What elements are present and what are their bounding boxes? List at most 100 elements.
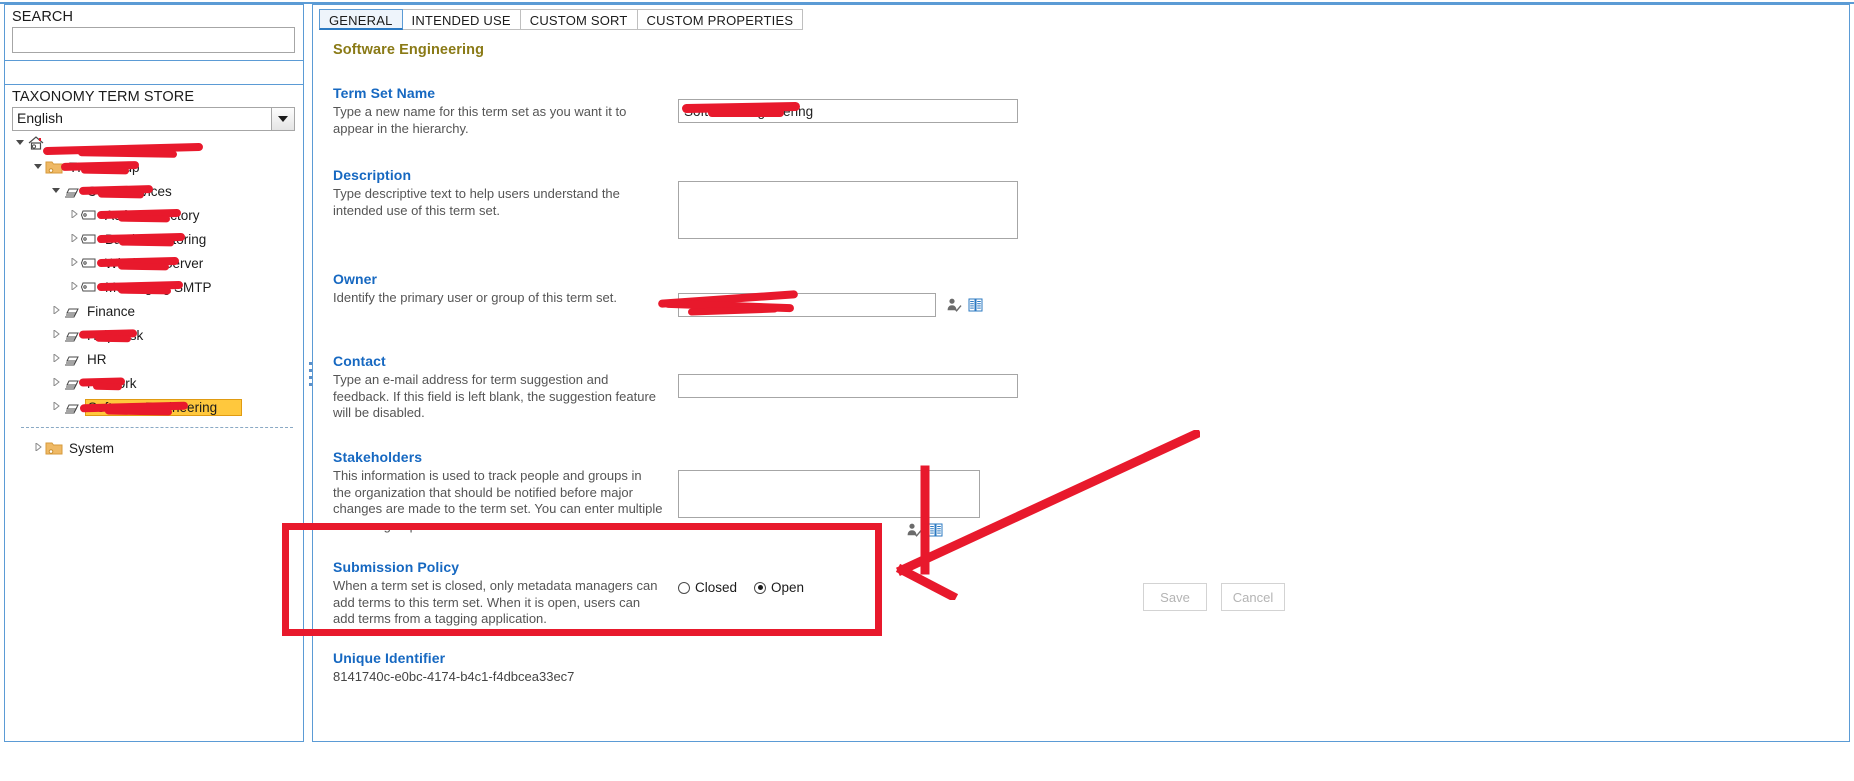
termset-icon — [63, 327, 81, 343]
field-description: Description Type descriptive text to hel… — [333, 167, 1833, 239]
expand-collapse-right-icon[interactable] — [67, 232, 81, 244]
tree-item-label — [42, 142, 204, 158]
expand-collapse-right-icon[interactable] — [49, 328, 63, 340]
tree-item-label: TRM Group — [60, 159, 142, 176]
redaction-mark — [79, 401, 189, 412]
termset-icon — [63, 399, 81, 415]
term-icon — [81, 232, 99, 246]
field-description-contact: Type an e-mail address for term suggesti… — [333, 372, 657, 420]
tree-item-trm-group[interactable]: TRM Group — [5, 155, 303, 179]
tab-intended-use[interactable]: INTENDED USE — [402, 9, 521, 30]
radio-open[interactable] — [754, 581, 767, 594]
redaction-mark — [98, 190, 145, 198]
field-label-contact: Contact — [333, 353, 386, 369]
stakeholders-textarea[interactable] — [678, 470, 980, 518]
redaction-mark — [118, 286, 172, 294]
owner-input[interactable] — [678, 293, 936, 317]
tab-custom-sort[interactable]: CUSTOM SORT — [520, 9, 638, 30]
left-panel: SEARCH TAXONOMY TERM STORE English TRM G… — [4, 4, 304, 742]
group-folder-icon — [45, 159, 63, 175]
contact-input[interactable] — [678, 374, 1018, 398]
field-description-description: Type descriptive text to help users unde… — [333, 186, 620, 218]
field-label-stakeholders: Stakeholders — [333, 449, 423, 465]
expand-collapse-right-icon[interactable] — [67, 280, 81, 292]
tree-item-label: Software Engineering — [79, 398, 243, 416]
tree-item-label: Finance — [87, 303, 136, 319]
tree-item-label: HR — [87, 351, 107, 367]
tree-item-batch-monitoring[interactable]: Batch Monitoring — [5, 227, 303, 251]
tree-item-active-directory[interactable]: Active Directory — [5, 203, 303, 227]
tree-item-core-services[interactable]: Core Services — [5, 179, 303, 203]
redaction-mark — [78, 376, 126, 387]
redaction-mark — [95, 334, 132, 342]
tree-item-redacted-0[interactable] — [5, 131, 303, 158]
tree-item-system[interactable]: System — [5, 436, 303, 460]
search-section: SEARCH — [5, 5, 303, 61]
search-label: SEARCH — [12, 9, 74, 25]
expand-collapse-right-icon[interactable] — [49, 376, 63, 388]
tree-item-windows-server[interactable]: Windows Server — [5, 251, 303, 275]
term-icon — [81, 280, 99, 294]
chevron-down-icon[interactable] — [271, 108, 294, 130]
address-book-icon[interactable] — [928, 522, 944, 543]
expand-collapse-right-icon[interactable] — [49, 400, 63, 412]
field-label-submission-policy: Submission Policy — [333, 559, 460, 575]
field-label-owner: Owner — [333, 271, 378, 287]
tree-item-label: Helpdesk — [78, 327, 145, 344]
tree-item-label: Active Directory — [96, 207, 202, 224]
check-names-icon[interactable] — [906, 522, 922, 543]
tree-item-network[interactable]: Network — [5, 371, 303, 395]
term-icon — [81, 256, 99, 270]
tab-bar[interactable]: GENERAL INTENDED USE CUSTOM SORT CUSTOM PRO… — [319, 9, 804, 31]
tree-item-messaging-smtp[interactable]: Messaging SMTP — [5, 275, 303, 299]
right-panel: GENERAL INTENDED USE CUSTOM SORT CUSTOM PRO… — [312, 4, 1850, 742]
tab-general[interactable]: GENERAL — [319, 9, 403, 30]
expand-collapse-right-icon[interactable] — [31, 441, 45, 453]
save-button[interactable]: Save — [1143, 583, 1207, 611]
tree-item-hr[interactable]: HR — [5, 347, 303, 371]
form-action-buttons: Save Cancel — [1143, 583, 1285, 611]
tree-item-label: Messaging SMTP — [96, 279, 214, 296]
field-label-term-set-name: Term Set Name — [333, 85, 436, 101]
field-label-unique-identifier: Unique Identifier — [333, 650, 446, 666]
redaction-mark — [78, 184, 154, 195]
page-title: Software Engineering — [333, 42, 485, 58]
check-names-icon[interactable] — [946, 297, 962, 318]
term-store-tree[interactable]: TRM Group Core Services Active Directory Ba… — [5, 131, 303, 741]
redaction-mark — [78, 328, 138, 339]
redaction-mark — [118, 238, 174, 246]
redaction-mark — [96, 232, 186, 243]
redaction-mark — [96, 280, 184, 291]
term-set-name-input[interactable] — [678, 99, 1018, 123]
redaction-mark — [117, 262, 169, 270]
radio-open-label: Open — [771, 580, 805, 595]
group-folder-icon — [45, 440, 63, 456]
address-book-icon[interactable] — [968, 297, 984, 318]
description-textarea[interactable] — [678, 181, 1018, 239]
term-icon — [81, 208, 99, 222]
search-input[interactable] — [12, 27, 295, 53]
expand-collapse-down-icon[interactable] — [31, 162, 45, 172]
cancel-button[interactable]: Cancel — [1221, 583, 1285, 611]
termset-icon — [63, 375, 81, 391]
tree-item-helpdesk[interactable]: Helpdesk — [5, 323, 303, 347]
home-icon — [27, 135, 45, 151]
field-term-set-name: Term Set Name Type a new name for this t… — [333, 85, 1833, 136]
expand-collapse-right-icon[interactable] — [49, 304, 63, 316]
field-owner: Owner Identify the primary user or group… — [333, 271, 1833, 317]
expand-collapse-down-icon[interactable] — [49, 186, 63, 196]
field-stakeholders: Stakeholders This information is used to… — [333, 449, 1833, 537]
tree-item-software-engineering[interactable]: Software Engineering — [5, 395, 303, 419]
expand-collapse-right-icon[interactable] — [67, 208, 81, 220]
expand-collapse-down-icon[interactable] — [13, 138, 27, 148]
field-description-term-set-name: Type a new name for this term set as you… — [333, 104, 627, 136]
field-unique-identifier: Unique Identifier 8141740c-e0bc-4174-b4c… — [333, 650, 1833, 684]
tree-item-finance[interactable]: Finance — [5, 299, 303, 323]
field-contact: Contact Type an e-mail address for term … — [333, 353, 1833, 420]
field-submission-policy: Submission Policy When a term set is clo… — [333, 559, 1833, 626]
expand-collapse-right-icon[interactable] — [49, 352, 63, 364]
language-select[interactable]: English — [12, 107, 295, 131]
tab-custom-properties[interactable]: CUSTOM PROPERTIES — [637, 9, 804, 30]
radio-closed[interactable] — [678, 581, 690, 594]
expand-collapse-right-icon[interactable] — [67, 256, 81, 268]
